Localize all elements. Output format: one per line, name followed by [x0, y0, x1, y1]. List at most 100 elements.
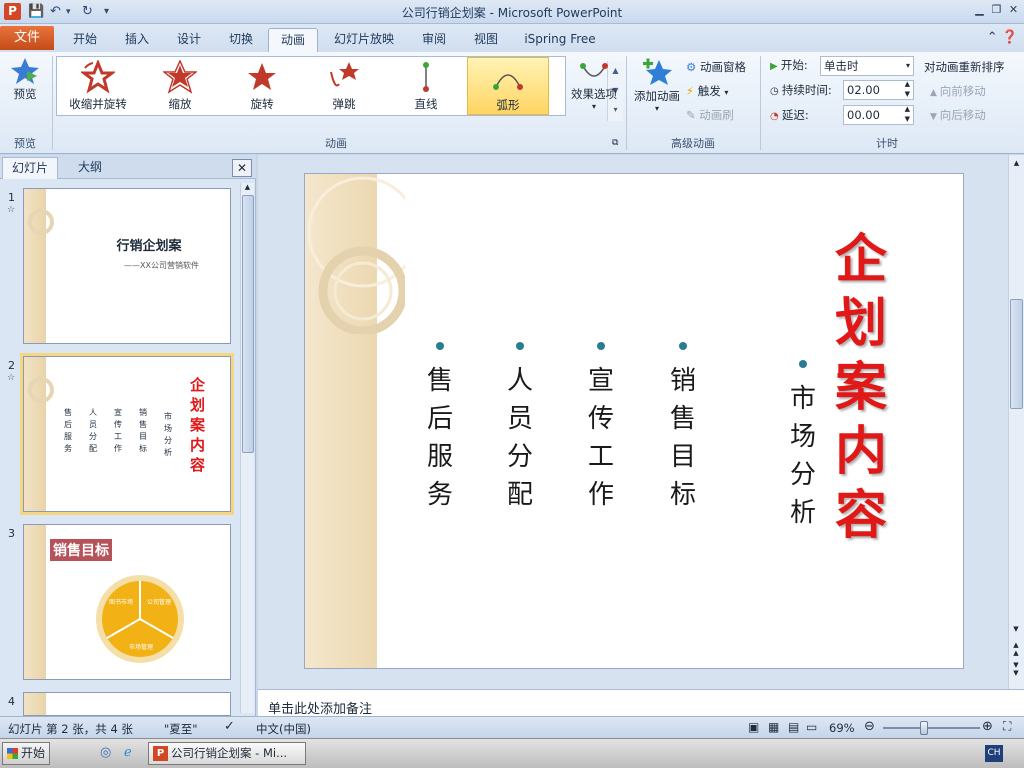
trigger-button[interactable]: ⚡ 触发 ▾: [686, 82, 728, 100]
zoom-slider[interactable]: [883, 727, 980, 729]
restore-icon[interactable]: ❐: [988, 2, 1005, 18]
anim-arc[interactable]: 弧形: [467, 57, 549, 115]
fit-to-window-icon[interactable]: ⛶: [1003, 719, 1011, 734]
arc-path-icon: [493, 74, 523, 90]
tab-slideshow[interactable]: 幻灯片放映: [324, 28, 404, 52]
duration-spin-icon[interactable]: ▲ ▼: [905, 79, 910, 99]
column-sales-target[interactable]: 销售目标: [663, 362, 703, 514]
move-later-button[interactable]: ▼ 向后移动: [930, 106, 986, 124]
up-triangle-icon: ▲: [930, 88, 940, 98]
column-market-analysis[interactable]: 市场分析: [783, 380, 823, 532]
tab-view[interactable]: 视图: [464, 28, 508, 52]
slides-scrollbar[interactable]: ▲: [240, 183, 254, 713]
powerpoint-logo-icon[interactable]: P: [4, 3, 21, 20]
tab-insert[interactable]: 插入: [114, 28, 160, 52]
tab-transitions[interactable]: 切换: [218, 28, 264, 52]
delay-spin-icon[interactable]: ▲ ▼: [905, 104, 910, 124]
delay-stepper[interactable]: 00.00 ▲ ▼: [843, 105, 914, 125]
pie-diagram-icon: [96, 575, 184, 663]
customize-qat-icon[interactable]: ▾: [104, 3, 109, 21]
minimize-icon[interactable]: ▁: [971, 2, 988, 18]
tab-home[interactable]: 开始: [62, 28, 108, 52]
language[interactable]: 中文(中国): [256, 721, 311, 737]
bullet-dot: [597, 342, 605, 350]
undo-icon[interactable]: ↶: [50, 3, 61, 21]
windows-flag-icon: [7, 748, 18, 759]
group-label-preview: 预览: [14, 137, 36, 150]
preview-button[interactable]: 预览: [6, 56, 44, 102]
slide-sorter-icon[interactable]: ▦: [768, 720, 779, 734]
slide-thumbnail-1[interactable]: 行销企划案 ——XX公司营销软件: [23, 188, 231, 344]
close-panel-icon[interactable]: ✕: [232, 159, 252, 177]
scroll-thumb[interactable]: [1010, 299, 1023, 409]
column-after-sales[interactable]: 售后服务: [420, 362, 460, 514]
add-animation-button[interactable]: 添加动画 ▾: [630, 56, 684, 113]
column-promotion[interactable]: 宣传工作: [581, 362, 621, 514]
duration-stepper[interactable]: 02.00 ▲ ▼: [843, 80, 914, 100]
tab-outline[interactable]: 大纲: [62, 157, 118, 179]
start-button[interactable]: 开始: [2, 742, 50, 765]
thumb-subtitle: ——XX公司营销软件: [124, 261, 199, 270]
editor-scrollbar[interactable]: ▲ ▼ ▲ ▲ ▼ ▼: [1008, 155, 1024, 689]
tab-design[interactable]: 设计: [166, 28, 212, 52]
desktop-icon[interactable]: ◎: [100, 745, 111, 760]
normal-view-icon[interactable]: ▣: [748, 720, 759, 734]
anim-spin[interactable]: 旋转: [221, 57, 303, 115]
next-slide-icon[interactable]: ▼ ▼: [1009, 661, 1023, 677]
prev-slide-icon[interactable]: ▲ ▲: [1009, 641, 1023, 657]
down-triangle-icon: ▼: [930, 112, 940, 122]
animation-pane-button[interactable]: ⚙ 动画窗格: [686, 58, 746, 76]
help-icon[interactable]: ❓: [1002, 30, 1018, 45]
theme-name[interactable]: "夏至": [164, 721, 198, 737]
taskbar-powerpoint[interactable]: P 公司行销企划案 - Mi...: [148, 742, 306, 765]
reading-view-icon[interactable]: ▤: [788, 720, 799, 734]
tab-slides[interactable]: 幻灯片: [2, 157, 58, 179]
animation-dialog-launcher-icon[interactable]: ⧉: [612, 134, 618, 152]
slideshow-view-icon[interactable]: ▭: [806, 720, 817, 734]
anim-line[interactable]: 直线: [385, 57, 467, 115]
start-select[interactable]: 单击时 ▾: [820, 56, 914, 76]
trigger-lightning-icon: ⚡: [686, 84, 698, 98]
scroll-up-icon[interactable]: ▲: [1009, 159, 1024, 167]
save-icon[interactable]: 💾: [28, 3, 44, 21]
tab-animations[interactable]: 动画: [268, 28, 318, 52]
animation-painter-button[interactable]: ✎ 动画刷: [686, 106, 734, 124]
tab-review[interactable]: 审阅: [412, 28, 456, 52]
browser-icon[interactable]: ℯ: [124, 745, 132, 760]
redo-icon[interactable]: ↻: [82, 3, 93, 21]
undo-dropdown-icon[interactable]: ▾: [66, 3, 71, 21]
notes-pane[interactable]: 单击此处添加备注: [258, 689, 1024, 717]
preview-star-icon: [11, 58, 39, 84]
zoom-slider-thumb[interactable]: [919, 721, 928, 735]
zoom-in-icon[interactable]: ⊕: [982, 719, 993, 734]
zoom-out-icon[interactable]: ⊖: [864, 719, 875, 734]
circle-ornament-icon: [28, 377, 54, 403]
slide-title[interactable]: 企划案内容: [831, 228, 891, 548]
panel-tabs: 幻灯片 大纲 ✕: [0, 155, 256, 179]
effect-options-button[interactable]: 效果选项 ▾: [568, 56, 620, 111]
scroll-up-icon[interactable]: ▲: [241, 183, 254, 191]
anim-shrink-spin[interactable]: 收缩并旋转: [57, 57, 139, 115]
close-window-icon[interactable]: ✕: [1005, 2, 1022, 18]
tab-file[interactable]: 文件: [0, 26, 54, 50]
anim-bounce[interactable]: 弹跳: [303, 57, 385, 115]
spelling-check-icon[interactable]: ✓: [224, 719, 235, 734]
thumb-col: 市场分析: [164, 412, 172, 457]
zoom-level[interactable]: 69%: [829, 721, 855, 735]
thumb-title: 行销企划案: [116, 239, 182, 254]
ime-indicator[interactable]: CH: [985, 745, 1003, 762]
anim-zoom[interactable]: 缩放: [139, 57, 221, 115]
tab-ispring[interactable]: iSpring Free: [518, 28, 602, 52]
slide-thumbnail-3[interactable]: 销售目标 图书市场 公司管理 市场管理: [23, 524, 231, 680]
minimize-ribbon-icon[interactable]: ⌃: [987, 30, 998, 45]
slide-thumbnail-2[interactable]: 售后服务 人员分配 宣传工作 销售目标 市场分析 企划案内容: [20, 353, 234, 515]
move-earlier-button[interactable]: ▲ 向前移动: [930, 82, 986, 100]
slide-thumbnail-4[interactable]: [23, 692, 231, 716]
pie-label: 公司管理: [146, 599, 171, 606]
scroll-down-icon[interactable]: ▼: [1009, 625, 1023, 633]
scroll-thumb[interactable]: [242, 195, 254, 453]
add-animation-star-icon: [643, 58, 672, 85]
column-staffing[interactable]: 人员分配: [500, 362, 540, 514]
current-slide[interactable]: 售后服务 人员分配 宣传工作 销售目标 市场分析 企划案内容: [304, 173, 964, 669]
thumb-title: 企划案内容: [190, 376, 206, 474]
